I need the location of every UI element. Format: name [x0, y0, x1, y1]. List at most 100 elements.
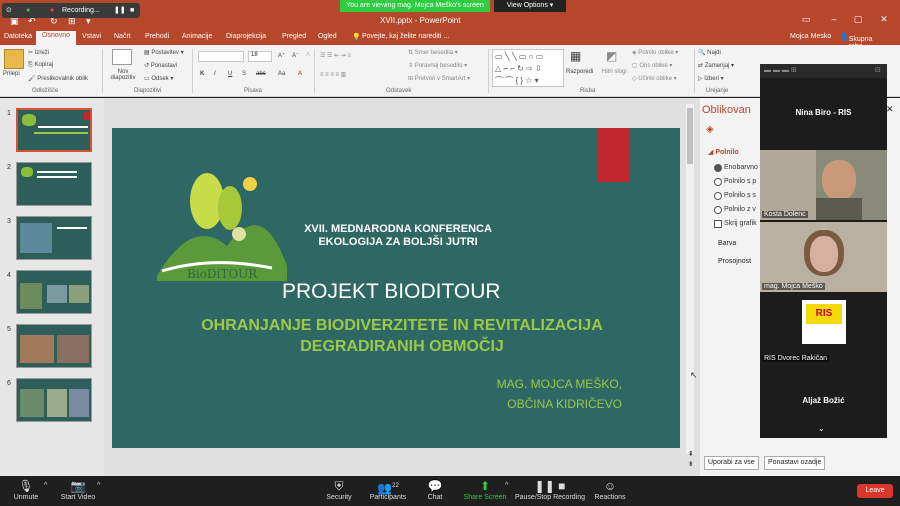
- text-direction-button[interactable]: ⇅ Smer besedila ▾: [408, 49, 458, 56]
- vertical-scrollbar[interactable]: [686, 104, 694, 454]
- layout-button[interactable]: ▤ Postavitev ▾: [144, 49, 184, 56]
- tell-me-search[interactable]: Povejte, kaj želite narediti ...: [362, 33, 449, 40]
- radio-picture[interactable]: [714, 192, 722, 200]
- shapes-gallery[interactable]: ▭ ╲ ╲ ▭ ○ ▭ △ ⌐ ⌐ ↻ ⇨ ⇩ ⌒ ⌒ { } ☆ ▾: [492, 49, 564, 87]
- video-options-caret-icon[interactable]: ^: [97, 482, 100, 489]
- share-button[interactable]: 👤 Skupna raba: [840, 33, 872, 50]
- tab-transitions[interactable]: Prehodi: [145, 33, 169, 40]
- radio-pattern[interactable]: [714, 206, 722, 214]
- font-size-input[interactable]: 18: [248, 51, 272, 62]
- view-options-button[interactable]: View Options ▾: [494, 0, 566, 12]
- participant-tile[interactable]: mag. Mojca Meško: [760, 222, 887, 292]
- quick-styles-icon[interactable]: ◩: [606, 49, 617, 63]
- paste-label[interactable]: Prilepi: [3, 71, 20, 77]
- copy-button[interactable]: ⎘ Kopiraj: [28, 62, 53, 69]
- participant-tile[interactable]: Nina Biro - RIS: [760, 78, 887, 148]
- smartart-button[interactable]: ⊞ Pretvori v SmartArt ▾: [408, 75, 470, 82]
- scrollbar-thumb[interactable]: [687, 108, 693, 164]
- stop-icon[interactable]: ■: [130, 3, 134, 18]
- participant-tile[interactable]: Kosta Dolenc: [760, 150, 887, 220]
- tab-design[interactable]: Načrt: [114, 33, 131, 40]
- shape-outline-button[interactable]: ▢ Oris oblike ▾: [632, 62, 672, 69]
- customize-qat-icon[interactable]: ▾: [86, 16, 91, 27]
- audio-options-caret-icon[interactable]: ^: [44, 482, 47, 489]
- apply-to-all-button[interactable]: Uporabi za vse: [704, 456, 759, 470]
- gallery-collapse-icon[interactable]: ⊟: [875, 66, 881, 74]
- pause-stop-recording-button[interactable]: ❚❚ ■ Pause/Stop Recording: [514, 478, 586, 501]
- minimize-icon[interactable]: –: [828, 14, 840, 26]
- slide-thumbnail-2[interactable]: [16, 162, 92, 206]
- slide-thumbnail-6[interactable]: [16, 378, 92, 422]
- maximize-icon[interactable]: ▢: [852, 14, 864, 26]
- start-video-button[interactable]: 📷 Start Video: [58, 478, 98, 501]
- format-painter-button[interactable]: 🖌 Preslikovalnik oblik: [28, 75, 88, 82]
- gallery-view-icons[interactable]: ▬ ▬ ▬ ⊞: [764, 66, 797, 74]
- start-slideshow-icon[interactable]: ⊞: [68, 16, 76, 27]
- tab-animations[interactable]: Animacije: [182, 33, 212, 40]
- bold-button[interactable]: K: [200, 71, 204, 77]
- tab-review[interactable]: Pregled: [282, 33, 306, 40]
- select-button[interactable]: ▷ Izberi ▾: [698, 75, 724, 82]
- participant-tile[interactable]: RIS RIS Dvorec Rakičan: [760, 294, 887, 364]
- tab-insert[interactable]: Vstavi: [82, 33, 101, 40]
- chat-button[interactable]: 💬 Chat: [420, 478, 450, 501]
- fill-section-header[interactable]: ◢ Polnilo: [708, 148, 739, 156]
- tab-file[interactable]: Datoteka: [4, 33, 32, 40]
- share-screen-button[interactable]: ⬆ Share Screen: [462, 478, 508, 501]
- security-button[interactable]: ⛨ Security: [322, 478, 356, 501]
- section-button[interactable]: ▭ Odsek ▾: [144, 75, 173, 82]
- tab-view[interactable]: Ogled: [318, 33, 337, 40]
- user-name[interactable]: Mojca Mesko: [790, 33, 831, 40]
- close-icon[interactable]: ✕: [878, 14, 890, 26]
- change-case-button[interactable]: Aa: [278, 71, 285, 77]
- scroll-down-icon[interactable]: ⌄: [818, 424, 825, 433]
- find-button[interactable]: 🔍 Najdi: [698, 49, 721, 56]
- undo-icon[interactable]: ↶: [28, 16, 36, 27]
- new-slide-label[interactable]: Nov diapozitiv: [106, 69, 140, 81]
- align-icons[interactable]: ≡ ≡ ≡ ≡ ▥: [320, 71, 346, 78]
- unmute-button[interactable]: 🎙 Unmute: [8, 478, 44, 501]
- prev-slide-icon[interactable]: ⇞: [688, 450, 694, 458]
- next-slide-icon[interactable]: ⇟: [688, 460, 694, 468]
- slide-thumbnail-1[interactable]: [16, 108, 92, 152]
- leave-button[interactable]: Leave: [857, 484, 893, 498]
- redo-icon[interactable]: ↻: [50, 16, 58, 27]
- arrange-icon[interactable]: ▦: [570, 49, 581, 63]
- align-text-button[interactable]: ⇕ Poravnaj besedilo ▾: [408, 62, 467, 69]
- arrange-label[interactable]: Razporedi: [566, 69, 593, 75]
- ribbon-display-icon[interactable]: ▭: [800, 14, 812, 26]
- slide-thumbnail-4[interactable]: [16, 270, 92, 314]
- slide-thumbnail-3[interactable]: [16, 216, 92, 260]
- replace-button[interactable]: ⇄ Zamenjaj ▾: [698, 62, 734, 69]
- tab-slideshow[interactable]: Diaprojekcija: [226, 33, 266, 40]
- share-options-caret-icon[interactable]: ^: [505, 482, 508, 489]
- fill-icon[interactable]: ◈: [706, 124, 714, 135]
- strikethrough-button[interactable]: abc: [256, 71, 266, 77]
- reactions-button[interactable]: ☺ Reactions: [592, 478, 628, 501]
- shape-effects-button[interactable]: ◇ Učinki oblike ▾: [632, 75, 677, 82]
- quick-styles-label[interactable]: Hitri slogi: [602, 69, 627, 75]
- clear-format-icon[interactable]: A: [306, 52, 310, 58]
- slide-thumbnail-5[interactable]: [16, 324, 92, 368]
- close-pane-icon[interactable]: ✕: [886, 104, 894, 115]
- font-color-icon[interactable]: A: [298, 71, 302, 77]
- cut-button[interactable]: ✂ Izreži: [28, 49, 49, 56]
- underline-button[interactable]: U: [228, 71, 232, 77]
- grow-font-icon[interactable]: A⁺: [278, 52, 285, 59]
- reset-background-button[interactable]: Ponastavi ozadje: [764, 456, 826, 470]
- save-icon[interactable]: ▣: [10, 16, 19, 27]
- pause-icon[interactable]: ❚❚: [114, 3, 126, 18]
- shape-fill-button[interactable]: ◈ Polnilo oblike ▾: [632, 49, 678, 56]
- shrink-font-icon[interactable]: A⁻: [292, 52, 299, 59]
- participants-button[interactable]: 👥22 Participants: [366, 478, 410, 501]
- radio-gradient[interactable]: [714, 178, 722, 186]
- hide-graphics-checkbox[interactable]: [714, 220, 722, 228]
- tab-home[interactable]: Osnovno: [36, 31, 77, 45]
- font-name-input[interactable]: [198, 51, 244, 62]
- bullets-icon[interactable]: ☰ ☰ ⇤ ⇥ ≡: [320, 52, 351, 59]
- current-slide[interactable]: BioDiTOUR XVII. MEDNARODNA KONFERENCA EK…: [112, 128, 680, 448]
- radio-solid[interactable]: [714, 164, 722, 172]
- paste-icon[interactable]: [4, 49, 24, 69]
- italic-button[interactable]: I: [214, 71, 216, 77]
- shadow-button[interactable]: S: [242, 71, 246, 77]
